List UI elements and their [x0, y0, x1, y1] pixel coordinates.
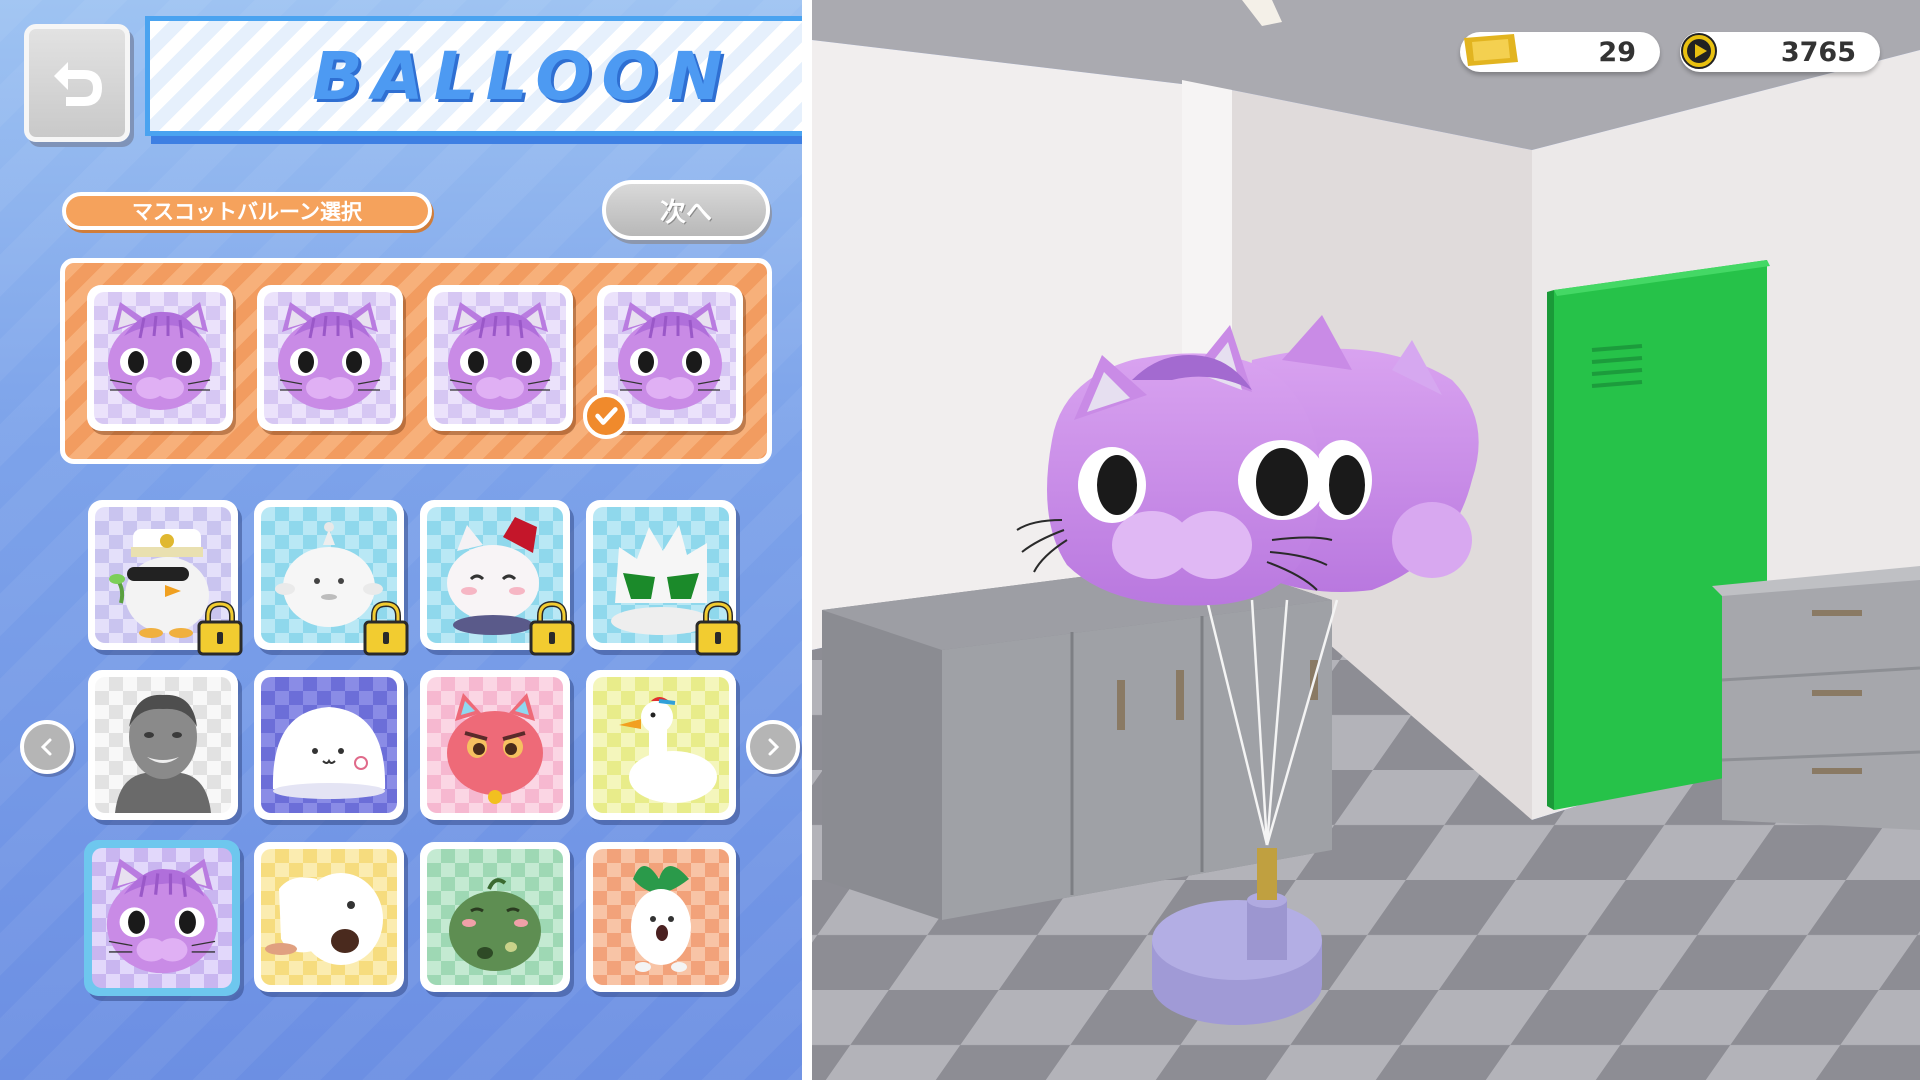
green-frog-icon [449, 878, 541, 971]
selected-balloons-panel [60, 258, 772, 464]
mascot-white-blob[interactable] [254, 500, 404, 650]
white-dog-icon [265, 873, 383, 965]
balloon-selection-panel: BALLOON マスコットバルーン選択 次へ [0, 0, 812, 1080]
purple-cat-mascot-icon [94, 292, 226, 424]
room-scene [812, 0, 1920, 1080]
purple-cat-mascot-icon [264, 292, 396, 424]
checkmark-icon [583, 393, 629, 439]
mascot-spiky-green[interactable] [586, 500, 736, 650]
ticket-counter: 29 [1460, 32, 1660, 72]
return-arrow-icon [54, 62, 102, 106]
ticket-count: 29 [1598, 36, 1636, 68]
chevron-right-icon [768, 738, 780, 756]
mascot-green-frog[interactable] [420, 842, 570, 992]
coin-count: 3765 [1780, 36, 1856, 68]
lock-icon [196, 600, 244, 656]
back-button[interactable] [24, 24, 130, 142]
white-mochi-icon [272, 707, 386, 799]
mascot-penguin-captain[interactable] [88, 500, 238, 650]
prev-page-button[interactable] [20, 720, 74, 774]
mascot-white-duck[interactable] [586, 670, 736, 820]
mascot-stone-bust[interactable] [88, 670, 238, 820]
stone-bust-icon [115, 694, 211, 813]
lock-icon [528, 600, 576, 656]
section-label: マスコットバルーン選択 [62, 192, 432, 230]
page-title: BALLOON [312, 37, 733, 115]
mascot-pink-cat[interactable] [420, 670, 570, 820]
coin-counter: 3765 [1680, 32, 1880, 72]
white-duck-icon [619, 697, 717, 803]
mascot-purple-cat[interactable] [84, 840, 240, 996]
selected-slot-2[interactable] [257, 285, 403, 431]
selected-slot-1[interactable] [87, 285, 233, 431]
radish-icon [631, 866, 691, 972]
purple-cat-mascot-icon [434, 292, 566, 424]
balloon-preview-scene: 29 3765 [812, 0, 1920, 1080]
gold-coin-play-icon [1681, 33, 1717, 69]
mascot-white-cat-crown[interactable] [420, 500, 570, 650]
gold-ticket-icon [1464, 34, 1518, 66]
lock-icon [362, 600, 410, 656]
next-page-button[interactable] [746, 720, 800, 774]
mascot-radish[interactable] [586, 842, 736, 992]
mascot-white-mochi[interactable] [254, 670, 404, 820]
mascot-white-dog[interactable] [254, 842, 404, 992]
title-banner: BALLOON [145, 16, 812, 136]
selected-slot-3[interactable] [427, 285, 573, 431]
chevron-left-icon [40, 738, 52, 756]
purple-cat-mascot-icon [92, 848, 232, 988]
pink-cat-icon [447, 693, 543, 804]
lock-icon [694, 600, 742, 656]
next-button[interactable]: 次へ [602, 180, 770, 240]
